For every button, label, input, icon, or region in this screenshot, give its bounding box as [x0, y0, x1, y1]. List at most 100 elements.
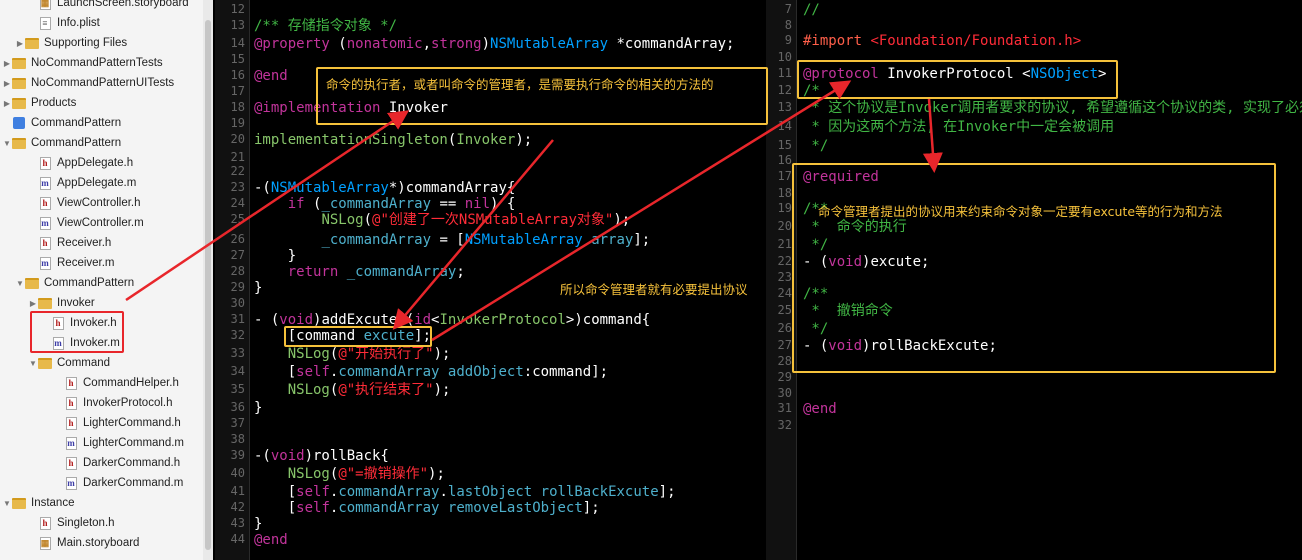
line-number: 14: [777, 119, 792, 133]
navigator-item[interactable]: ▼ CommandPattern: [0, 133, 205, 153]
line-number: 17: [230, 84, 245, 98]
code-line-33: NSLog(@"开始执行了");: [287, 346, 451, 362]
line-number: 16: [777, 153, 792, 167]
navigator-item-label: DarkerCommand.h: [83, 457, 181, 469]
line-number: 26: [777, 321, 792, 335]
line-number: 34: [230, 364, 245, 378]
navigator-item[interactable]: h Singleton.h: [0, 513, 213, 533]
line-number: 22: [777, 254, 792, 268]
folder-icon: [12, 97, 26, 109]
line-number: 25: [230, 212, 245, 226]
navigator-item[interactable]: ▶ Products: [0, 93, 205, 113]
code-line-29: }: [254, 280, 263, 296]
code-line-44: @end: [254, 532, 288, 548]
line-number: 26: [230, 232, 245, 246]
annotation-note-required: 命令管理者提出的协议用来约束命令对象一定要有excute等的行为和方法: [818, 204, 1223, 219]
navigator-item[interactable]: ▦ Main.storyboard: [0, 533, 213, 553]
navigator-item[interactable]: h DarkerCommand.h: [0, 453, 213, 473]
disclosure-collapsed-icon[interactable]: ▶: [2, 79, 12, 88]
navigator-item-label: ViewController.m: [57, 217, 144, 229]
navigator-item-label: InvokerProtocol.h: [83, 397, 173, 409]
navigator-item[interactable]: ▼ Instance: [0, 493, 205, 513]
navigator-item[interactable]: CommandPattern: [0, 113, 205, 133]
code-line-14: @property (nonatomic,strong)NSMutableArr…: [254, 36, 735, 52]
line-number: 29: [777, 370, 792, 384]
line-number: 12: [777, 83, 792, 97]
code-line-40: NSLog(@"=撤销操作");: [287, 466, 445, 482]
line-number: 21: [230, 150, 245, 164]
line-number: 28: [230, 264, 245, 278]
disclosure-collapsed-icon[interactable]: ▶: [15, 39, 25, 48]
folder-icon: [12, 497, 26, 509]
line-number: 18: [230, 100, 245, 114]
code-line-23: -(NSMutableArray*)commandArray{: [254, 180, 516, 196]
project-icon: [12, 117, 26, 129]
plist-file-icon: ≡: [38, 16, 52, 30]
navigator-scrollbar[interactable]: [203, 0, 213, 560]
navigator-item-label: NoCommandPatternTests: [31, 57, 163, 69]
header-file-icon: h: [38, 156, 52, 170]
navigator-item[interactable]: h Receiver.h: [0, 233, 213, 253]
navigator-item[interactable]: m AppDelegate.m: [0, 173, 213, 193]
code-line-16: @end: [254, 68, 288, 84]
line-number: 37: [230, 416, 245, 430]
disclosure-collapsed-icon[interactable]: ▶: [2, 59, 12, 68]
navigator-item-label: CommandHelper.h: [83, 377, 179, 389]
navigator-item[interactable]: h CommandHelper.h: [0, 373, 213, 393]
scrollbar-thumb[interactable]: [205, 20, 211, 550]
project-navigator[interactable]: ▦ LaunchScreen.storyboard ≡ Info.plist ▶ Supp…: [0, 0, 213, 560]
line-number: 40: [230, 466, 245, 480]
navigator-item-label: Receiver.m: [57, 257, 115, 269]
navigator-item[interactable]: h AppDelegate.h: [0, 153, 213, 173]
navigator-item[interactable]: ▼ CommandPattern: [0, 273, 213, 293]
navigator-item[interactable]: ▶ NoCommandPatternUITests: [0, 73, 205, 93]
disclosure-collapsed-icon[interactable]: ▶: [2, 99, 12, 108]
navigator-item[interactable]: ▶ NoCommandPatternTests: [0, 53, 205, 73]
navigator-item[interactable]: m ViewController.m: [0, 213, 213, 233]
navigator-item-label: ViewController.h: [57, 197, 141, 209]
code-line-36: }: [254, 400, 263, 416]
navigator-item[interactable]: ▶ Invoker: [0, 293, 213, 313]
line-number: 20: [230, 132, 245, 146]
annotation-box-protocol: [797, 60, 1118, 99]
folder-icon: [12, 57, 26, 69]
navigator-item-label: CommandPattern: [44, 277, 135, 289]
navigator-item[interactable]: h LighterCommand.h: [0, 413, 213, 433]
navigator-item[interactable]: m LighterCommand.m: [0, 433, 213, 453]
navigator-item-label: Invoker: [57, 297, 95, 309]
disclosure-collapsed-icon[interactable]: ▶: [28, 299, 38, 308]
line-number: 9: [784, 33, 792, 47]
code-line-24: if (_commandArray == nil) {: [287, 196, 516, 212]
line-number: 32: [230, 328, 245, 342]
navigator-item[interactable]: ▼ Command: [0, 353, 213, 373]
code-line-r13: * 这个协议是Invoker调用者要求的协议, 希望遵循这个协议的类, 实现了必…: [803, 100, 1302, 116]
line-number: 8: [784, 18, 792, 32]
navigator-item[interactable]: h ViewController.h: [0, 193, 213, 213]
line-number: 43: [230, 516, 245, 530]
line-number: 11: [777, 66, 792, 80]
navigator-item-label: CommandPattern: [31, 137, 122, 149]
navigator-item[interactable]: m Receiver.m: [0, 253, 213, 273]
line-number: 23: [777, 270, 792, 284]
navigator-item[interactable]: m DarkerCommand.m: [0, 473, 213, 493]
line-number: 7: [784, 2, 792, 16]
line-number: 35: [230, 382, 245, 396]
folder-icon: [38, 297, 52, 309]
code-line-r7: //: [803, 2, 820, 18]
line-number: 24: [230, 196, 245, 210]
source-file-icon: m: [65, 436, 77, 450]
line-number: 38: [230, 432, 245, 446]
navigator-item[interactable]: ▦ LaunchScreen.storyboard: [0, 0, 213, 13]
disclosure-expanded-icon[interactable]: ▼: [2, 499, 12, 508]
line-number: 30: [230, 296, 245, 310]
disclosure-expanded-icon[interactable]: ▼: [28, 359, 38, 368]
line-number: 39: [230, 448, 245, 462]
navigator-item[interactable]: ≡ Info.plist: [0, 13, 213, 33]
navigator-item[interactable]: ▶ Supporting Files: [0, 33, 213, 53]
navigator-item[interactable]: h InvokerProtocol.h: [0, 393, 213, 413]
code-line-r31: @end: [803, 401, 837, 417]
disclosure-expanded-icon[interactable]: ▼: [15, 279, 25, 288]
annotation-box-invoker-files: [30, 311, 124, 353]
disclosure-expanded-icon[interactable]: ▼: [2, 139, 12, 148]
line-number: 19: [777, 201, 792, 215]
